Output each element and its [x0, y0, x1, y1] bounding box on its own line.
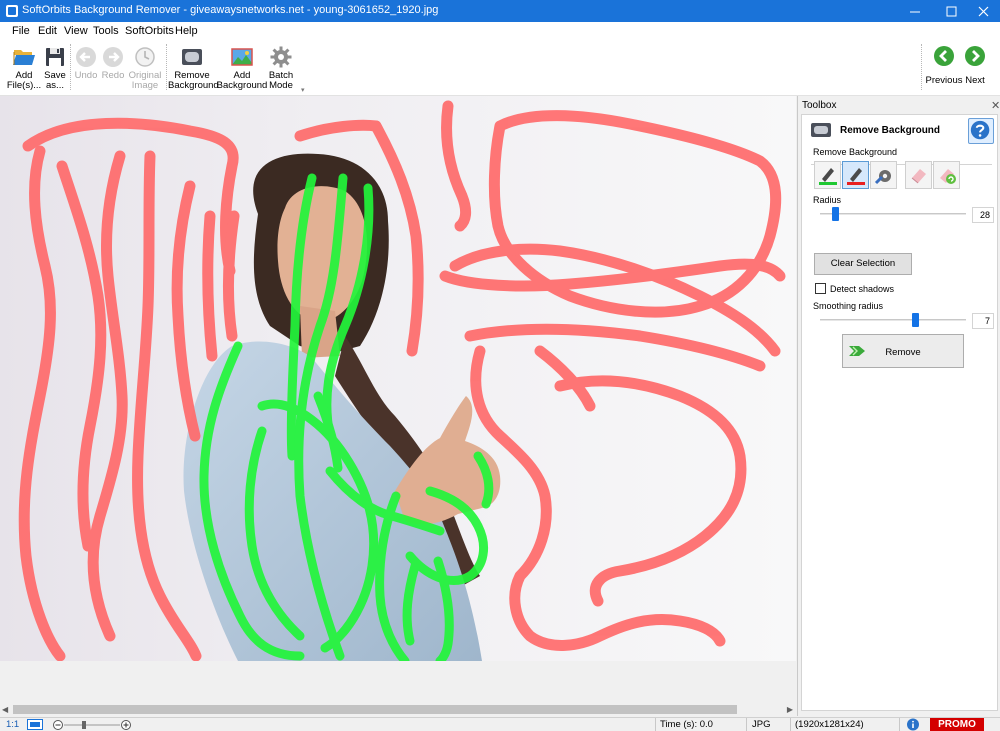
next-label: Next [965, 75, 985, 86]
batch-mode-button[interactable]: Batch Mode [266, 42, 296, 94]
undo-button[interactable]: Undo [72, 42, 100, 94]
ribbon-expand-caret[interactable]: ▾ [301, 86, 305, 94]
redo-button[interactable]: Redo [100, 42, 126, 94]
menu-file[interactable]: File [12, 25, 30, 37]
brush-gear-icon [874, 170, 891, 185]
radius-value[interactable]: 28 [972, 207, 994, 223]
scroll-left-icon[interactable]: ◀ [2, 705, 8, 714]
toolbox-title: Remove Background [840, 125, 941, 136]
toolbox-close-icon[interactable]: ✕ [991, 99, 1000, 112]
next-button[interactable]: Next [962, 42, 988, 94]
add-files-button[interactable]: Add File(s)... [6, 42, 42, 94]
window-title: SoftOrbits Background Remover - giveaway… [22, 4, 439, 16]
maximize-icon [946, 6, 956, 16]
detect-shadows-checkbox[interactable] [815, 283, 826, 294]
arrow-right-icon [965, 46, 985, 66]
toolbox-panel: Toolbox ✕ Remove Background Remove Backg… [797, 96, 1000, 716]
radius-label: Radius [813, 195, 842, 205]
file-format: JPG [752, 719, 771, 730]
group-label: Remove Background [813, 147, 901, 157]
clock-icon [135, 47, 155, 67]
scroll-right-icon[interactable]: ▶ [787, 705, 793, 714]
toolbox-content: Remove Background Remove Background Radi… [801, 114, 998, 711]
save-as-button[interactable]: Save as... [42, 42, 68, 94]
menu-help[interactable]: Help [175, 25, 198, 37]
remove-background-icon [182, 49, 202, 65]
batch-mode-label: Batch Mode [268, 70, 294, 91]
smoothing-value[interactable]: 7 [972, 313, 994, 329]
title-bar: SoftOrbits Background Remover - giveaway… [0, 0, 1000, 22]
gear-icon [270, 46, 292, 68]
photo-with-selection-strokes[interactable] [0, 96, 796, 710]
eraser-tool[interactable] [905, 161, 932, 189]
smoothing-slider-track[interactable] [820, 319, 966, 321]
menu-softorbits[interactable]: SoftOrbits [125, 25, 174, 37]
minimize-button[interactable] [898, 0, 932, 22]
add-background-label: Add Background [216, 70, 268, 91]
detect-shadows-label: Detect shadows [830, 284, 895, 294]
toolbox-header: Toolbox [802, 100, 837, 111]
remove-background-button[interactable]: Remove Background [168, 42, 219, 94]
close-button[interactable] [966, 0, 1000, 22]
previous-label: Previous [925, 75, 963, 86]
maximize-button[interactable] [934, 0, 968, 22]
eraser-refresh-icon [940, 169, 956, 184]
horizontal-scrollbar[interactable]: ◀ ▶ [0, 702, 796, 717]
zoom-slider[interactable] [52, 719, 132, 731]
menu-bar: File Edit View Tools SoftOrbits Help [0, 22, 1000, 40]
app-logo-icon [6, 5, 18, 17]
scrollbar-thumb[interactable] [13, 705, 737, 714]
red-marker-icon [847, 168, 865, 185]
ribbon-separator [921, 44, 922, 90]
redo-icon [103, 47, 123, 67]
fit-to-screen-icon[interactable] [27, 719, 43, 730]
zoom-ratio[interactable]: 1:1 [6, 719, 19, 730]
landscape-picture-icon [231, 48, 253, 66]
time-readout: Time (s): 0.0 [660, 719, 713, 730]
close-icon [978, 6, 988, 16]
redo-label: Redo [101, 70, 125, 81]
menu-edit[interactable]: Edit [38, 25, 57, 37]
remove-button[interactable]: Remove [842, 334, 964, 368]
menu-view[interactable]: View [64, 25, 88, 37]
remove-background-label: Remove Background [168, 70, 219, 91]
radius-slider-track[interactable] [820, 213, 966, 215]
menu-tools[interactable]: Tools [93, 25, 119, 37]
previous-button[interactable]: Previous [924, 42, 964, 94]
add-files-label: Add File(s)... [6, 70, 42, 91]
ribbon-separator [166, 44, 167, 90]
eraser-restore-tool[interactable] [933, 161, 960, 189]
arrow-left-icon [934, 46, 954, 66]
ribbon-toolbar: Add File(s)... Save as... Undo Redo Orig… [0, 40, 1000, 96]
eraser-icon [911, 169, 926, 184]
remove-label: Remove [885, 347, 921, 358]
help-button[interactable] [968, 118, 994, 144]
keep-marker-tool[interactable] [814, 161, 841, 189]
status-bar: 1:1 Time (s): 0.0 JPG (1920x1281x24) PRO… [0, 717, 1000, 731]
app-window: SoftOrbits Background Remover - giveaway… [0, 0, 1000, 731]
minimize-icon [909, 11, 920, 12]
smoothing-radius-label: Smoothing radius [813, 301, 884, 311]
radius-slider-thumb[interactable] [832, 207, 839, 221]
undo-label: Undo [74, 70, 98, 81]
auto-mask-tool[interactable] [870, 161, 897, 189]
floppy-disk-icon [46, 48, 64, 66]
promo-badge[interactable]: PROMO [930, 718, 984, 731]
original-image-label: Original Image [128, 70, 162, 91]
save-as-label: Save as... [44, 70, 66, 91]
image-canvas[interactable] [0, 96, 796, 710]
info-icon[interactable] [906, 718, 920, 731]
undo-icon [76, 47, 96, 67]
question-mark-icon [970, 120, 990, 140]
folder-open-icon [13, 50, 35, 65]
ribbon-separator [70, 44, 71, 90]
original-image-button[interactable]: Original Image [126, 42, 164, 94]
clear-selection-button[interactable]: Clear Selection [814, 253, 912, 275]
remove-marker-tool[interactable] [842, 161, 869, 189]
smoothing-slider-thumb[interactable] [912, 313, 919, 327]
green-marker-icon [819, 168, 837, 185]
add-background-button[interactable]: Add Background [216, 42, 268, 94]
image-dimensions: (1920x1281x24) [795, 719, 864, 730]
remove-background-icon [811, 123, 831, 137]
